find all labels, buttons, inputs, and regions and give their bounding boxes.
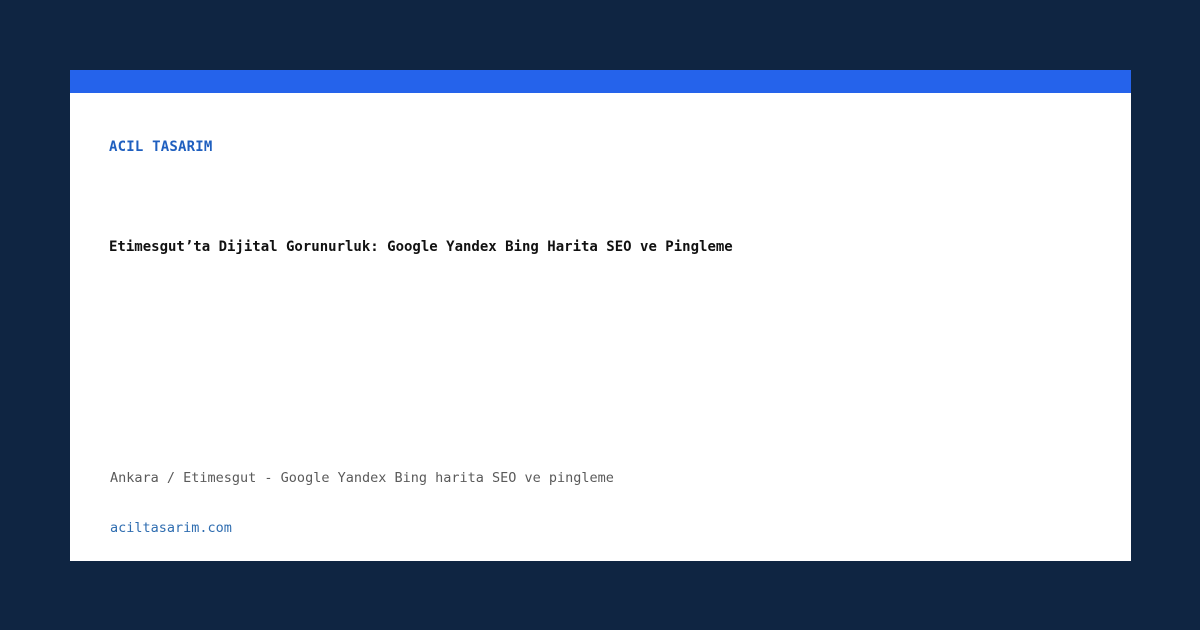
site-domain: aciltasarim.com — [110, 520, 232, 536]
share-card: ACIL TASARIM Etimesgut’ta Dijital Gorunu… — [70, 70, 1131, 561]
article-title: Etimesgut’ta Dijital Gorunurluk: Google … — [109, 239, 733, 255]
page-background: { "brand": { "name": "ACIL TASARIM" }, "… — [0, 0, 1200, 630]
brand-name: ACIL TASARIM — [109, 139, 213, 155]
accent-bar — [70, 70, 1131, 93]
article-subtitle: Ankara / Etimesgut - Google Yandex Bing … — [110, 470, 614, 486]
